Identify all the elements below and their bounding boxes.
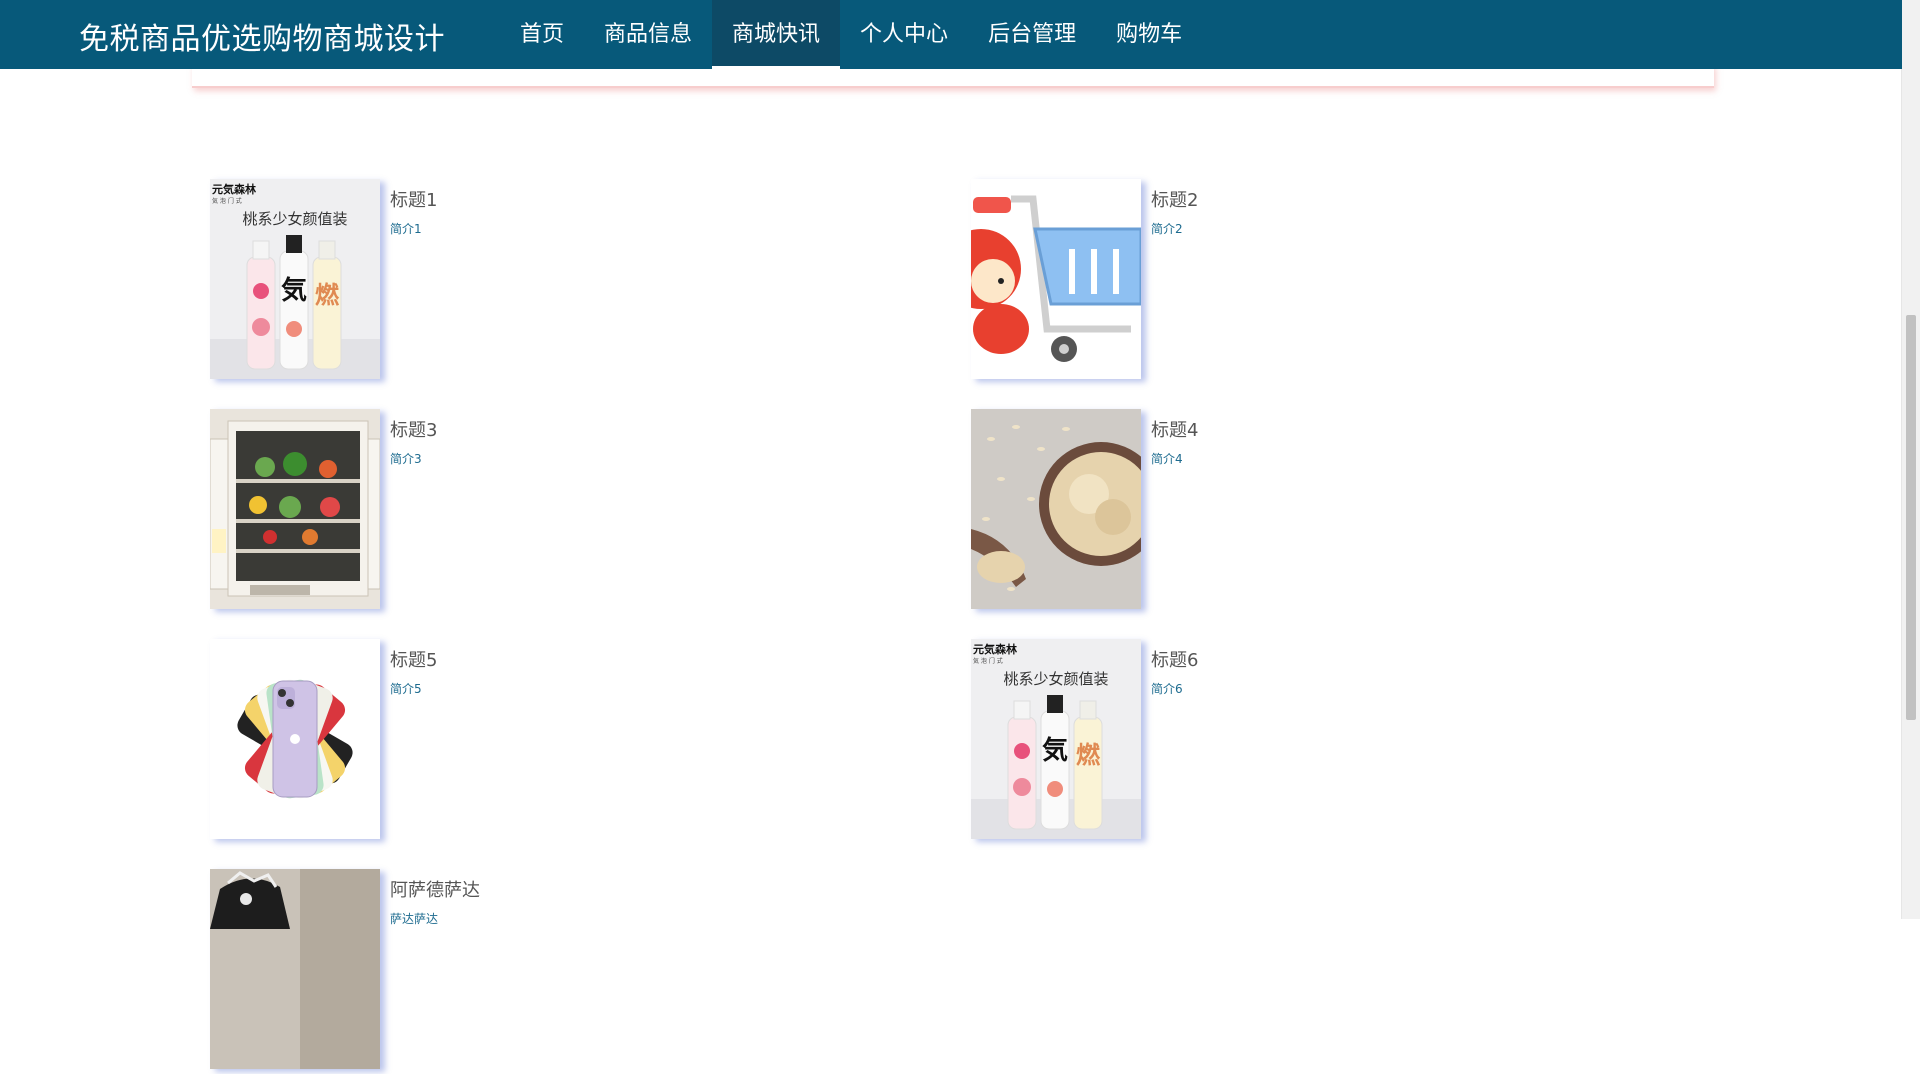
thumb-brand-subtext: 気 泡 门 式 bbox=[212, 197, 242, 205]
news-item: 元気森林 気 泡 门 式 桃系少女颜值装 気 燃 标题1 简介1 bbox=[210, 179, 910, 384]
news-thumbnail-dress[interactable] bbox=[210, 869, 380, 1069]
thumb-bottle-mark: 気 bbox=[1042, 735, 1068, 766]
thumb-brand-text: 元気森林 bbox=[212, 182, 256, 196]
thumb-brand-text: 元気森林 bbox=[973, 642, 1017, 656]
thumb-bottle-mark: 気 bbox=[281, 275, 307, 306]
news-title[interactable]: 标题6 bbox=[1151, 646, 1198, 672]
news-thumbnail-phone-fan[interactable] bbox=[210, 639, 380, 839]
news-title[interactable]: 标题4 bbox=[1151, 416, 1198, 442]
thumb-bottle-mark-2: 燃 bbox=[1076, 740, 1101, 769]
nav-products[interactable]: 商品信息 bbox=[584, 0, 712, 69]
news-thumbnail-fridge[interactable] bbox=[210, 409, 380, 609]
site-title[interactable]: 免税商品优选购物商城设计 bbox=[79, 14, 445, 58]
news-thumbnail-drink-bottles[interactable]: 元気森林 気 泡 门 式 桃系少女颜值装 気 燃 bbox=[210, 179, 380, 379]
thumb-bottle-mark-2: 燃 bbox=[315, 280, 340, 309]
news-desc[interactable]: 简介4 bbox=[1151, 450, 1183, 467]
main-nav: 首页 商品信息 商城快讯 个人中心 后台管理 购物车 bbox=[500, 0, 1202, 69]
nav-home[interactable]: 首页 bbox=[500, 0, 584, 69]
news-item: 标题5 简介5 bbox=[210, 639, 910, 844]
thumb-slogan-text: 桃系少女颜值装 bbox=[1003, 670, 1108, 688]
news-title[interactable]: 标题5 bbox=[390, 646, 437, 672]
news-desc[interactable]: 简介6 bbox=[1151, 680, 1183, 697]
news-item: 阿萨德萨达 萨达萨达 bbox=[210, 869, 910, 1074]
page-scrollbar[interactable] bbox=[1901, 0, 1920, 919]
thumb-brand-subtext: 気 泡 门 式 bbox=[973, 657, 1003, 665]
news-thumbnail-oats[interactable] bbox=[971, 409, 1141, 609]
thumb-slogan-text: 桃系少女颜值装 bbox=[242, 210, 347, 228]
news-desc[interactable]: 简介2 bbox=[1151, 220, 1183, 237]
nav-cart[interactable]: 购物车 bbox=[1096, 0, 1202, 69]
nav-admin[interactable]: 后台管理 bbox=[968, 0, 1096, 69]
news-thumbnail-shopping-cart[interactable] bbox=[971, 179, 1141, 379]
news-title[interactable]: 标题2 bbox=[1151, 186, 1198, 212]
news-item: 标题2 简介2 bbox=[971, 179, 1671, 384]
news-title[interactable]: 标题3 bbox=[390, 416, 437, 442]
scrollbar-thumb[interactable] bbox=[1906, 315, 1916, 720]
top-nav-bar: 免税商品优选购物商城设计 首页 商品信息 商城快讯 个人中心 后台管理 购物车 bbox=[0, 0, 1902, 69]
news-item: 标题4 简介4 bbox=[971, 409, 1671, 614]
news-desc[interactable]: 简介5 bbox=[390, 680, 422, 697]
news-title[interactable]: 标题1 bbox=[390, 186, 437, 212]
news-desc[interactable]: 简介1 bbox=[390, 220, 422, 237]
news-thumbnail-drink-bottles[interactable]: 元気森林 気 泡 门 式 桃系少女颜值装 気 燃 bbox=[971, 639, 1141, 839]
news-title[interactable]: 阿萨德萨达 bbox=[390, 876, 480, 902]
news-item: 元気森林 気 泡 门 式 桃系少女颜值装 気 燃 标题6 简介6 bbox=[971, 639, 1671, 844]
news-desc[interactable]: 简介3 bbox=[390, 450, 422, 467]
nav-news[interactable]: 商城快讯 bbox=[712, 0, 841, 69]
nav-personal-center[interactable]: 个人中心 bbox=[840, 0, 968, 69]
news-item: 标题3 简介3 bbox=[210, 409, 910, 614]
